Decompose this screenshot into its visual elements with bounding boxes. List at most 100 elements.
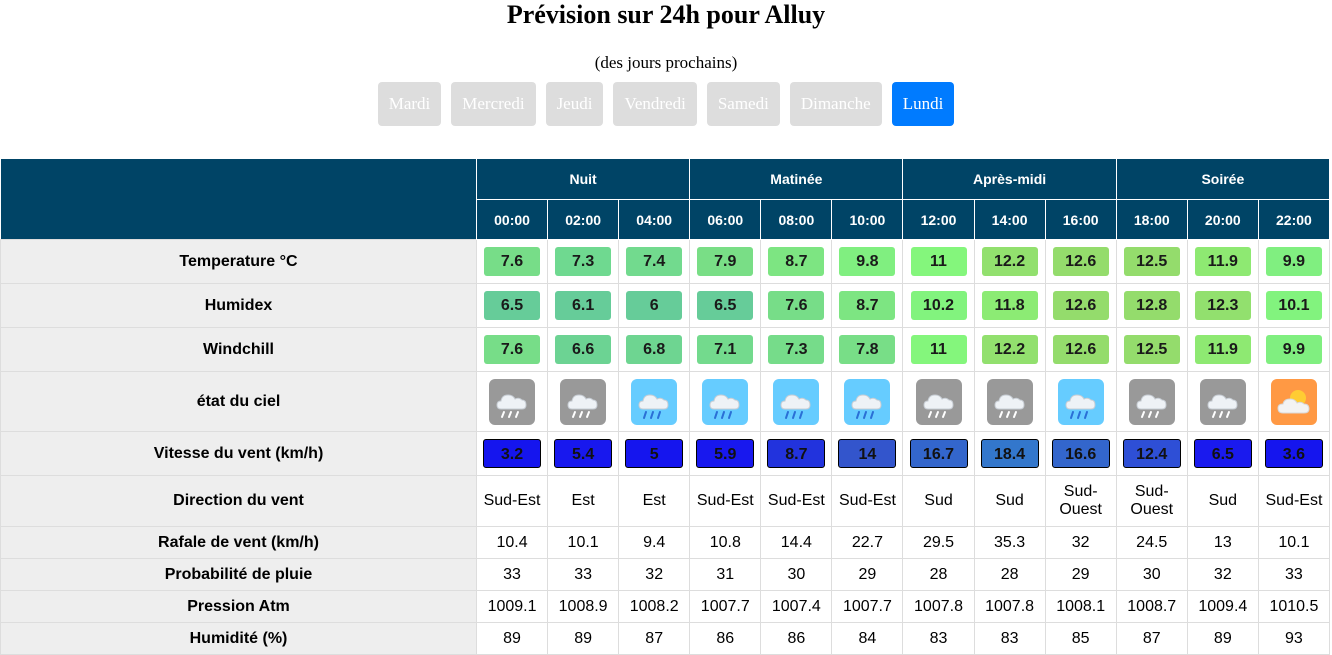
value-badge: 7.6 [768,291,825,320]
data-cell: 7.1 [689,327,762,372]
data-cell: 7.6 [760,283,833,328]
data-cell: 6.8 [618,327,691,372]
data-cell: 7.6 [475,327,549,372]
data-cell: Sud-Est [1257,475,1331,527]
wind-speed-badge: 14 [838,439,897,468]
row-label: Humidex [0,283,477,328]
day-tab-lundi[interactable]: Lundi [891,82,955,126]
data-cell: 1007.7 [689,590,762,623]
data-cell: 12.2 [973,239,1046,284]
rain-cloud-gray-icon [1128,378,1175,425]
rain-cloud-gray-icon [915,378,962,425]
data-cell [689,371,762,432]
value-badge: 12.6 [1052,291,1109,320]
row-rain-prob: Probabilité de pluie 33 33 32 31 30 29 28 28 29 30… [0,558,1331,591]
data-cell: 5 [618,431,691,476]
page-subtitle: (des jours prochains) [594,53,738,72]
row-label: Temperature °C [0,239,477,284]
data-cell: 28 [902,558,975,591]
hour-header: 12:00 [902,199,975,240]
value-badge: 6.1 [555,291,612,320]
value-badge: 6 [626,291,683,320]
data-cell: 1007.8 [973,590,1046,623]
data-cell: 28 [973,558,1046,591]
rain-cloud-gray-icon [560,378,607,425]
data-cell [1115,371,1188,432]
data-cell: 9.4 [618,526,691,559]
row-label: Windchill [0,327,477,372]
data-cell: 10.2 [902,283,975,328]
day-tab-dimanche[interactable]: Dimanche [789,82,882,126]
period-header: Après-midi [902,158,1117,200]
period-header: Nuit [475,158,691,200]
data-cell [1186,371,1259,432]
data-cell: 86 [689,622,762,655]
data-cell: 6.5 [1186,431,1259,476]
row-windchill: Windchill 7.6 6.6 6.8 7.1 7.3 7.8 11 12.2 12.6 12.… [0,327,1331,372]
data-cell: 30 [760,558,833,591]
data-cell [618,371,691,432]
data-cell: 32 [1186,558,1259,591]
rain-cloud-gray-icon [986,378,1033,425]
wind-direction: Sud-Est [1265,492,1323,509]
data-cell: 33 [547,558,620,591]
wind-direction: Sud- Ouest [1059,483,1102,518]
row-pressure: Pression Atm 1009.1 1008.9 1008.2 1007.7 1007… [0,590,1331,623]
row-sky: état du ciel [0,371,1331,432]
rain-cloud-gray-icon [489,378,536,425]
data-cell: 3.6 [1257,431,1331,476]
data-cell [760,371,833,432]
wind-speed-badge: 5 [625,439,684,468]
day-tab-vendredi[interactable]: Vendredi [613,82,697,126]
wind-direction: Sud-Est [838,492,896,509]
hour-header: 18:00 [1115,199,1188,240]
data-cell: 89 [475,622,549,655]
data-cell: 29 [831,558,904,591]
data-cell: Sud-Est [689,475,762,527]
row-gust: Rafale de vent (km/h) 10.4 10.1 9.4 10.8 14.4… [0,526,1331,559]
data-cell: Sud [973,475,1046,527]
value-badge: 9.8 [839,247,896,276]
rain-cloud-blue-icon [702,378,749,425]
hour-header: 20:00 [1186,199,1259,240]
data-cell: 35.3 [973,526,1046,559]
value-badge: 9.9 [1265,247,1322,276]
data-cell: 12.4 [1115,431,1188,476]
data-cell: 12.5 [1115,327,1188,372]
value-badge: 7.3 [555,247,612,276]
hour-header: 04:00 [618,199,691,240]
data-cell: 12.2 [973,327,1046,372]
data-cell: 5.9 [689,431,762,476]
data-cell: 87 [1115,622,1188,655]
data-cell: Est [618,475,691,527]
value-badge: 10.1 [1265,291,1322,320]
data-cell: 8.7 [760,239,833,284]
day-tab-samedi[interactable]: Samedi [706,82,780,126]
day-tab-mercredi[interactable]: Mercredi [451,82,536,126]
data-cell: Sud [902,475,975,527]
wind-speed-badge: 16.7 [909,439,968,468]
data-cell: 1009.1 [475,590,549,623]
data-cell: 29.5 [902,526,975,559]
data-cell: 18.4 [973,431,1046,476]
data-cell [831,371,904,432]
page-title: Prévision sur 24h pour Alluy [506,0,826,29]
data-cell: 1008.9 [547,590,620,623]
data-cell: 6.1 [547,283,620,328]
data-cell: 6 [618,283,691,328]
day-tab-jeudi[interactable]: Jeudi [545,82,604,126]
value-badge: 7.3 [768,335,825,364]
day-tab-mardi[interactable]: Mardi [377,82,442,126]
value-badge: 7.6 [484,247,541,276]
data-cell: 11.8 [973,283,1046,328]
data-cell: 24.5 [1115,526,1188,559]
data-cell: 12.5 [1115,239,1188,284]
hour-header: 06:00 [689,199,762,240]
row-label: Humidité (%) [0,622,477,655]
data-cell: 10.4 [475,526,549,559]
data-cell: 12.3 [1186,283,1259,328]
wind-direction: Sud [1208,492,1238,509]
hour-header: 08:00 [760,199,833,240]
data-cell: 14.4 [760,526,833,559]
header-corner [0,158,477,240]
